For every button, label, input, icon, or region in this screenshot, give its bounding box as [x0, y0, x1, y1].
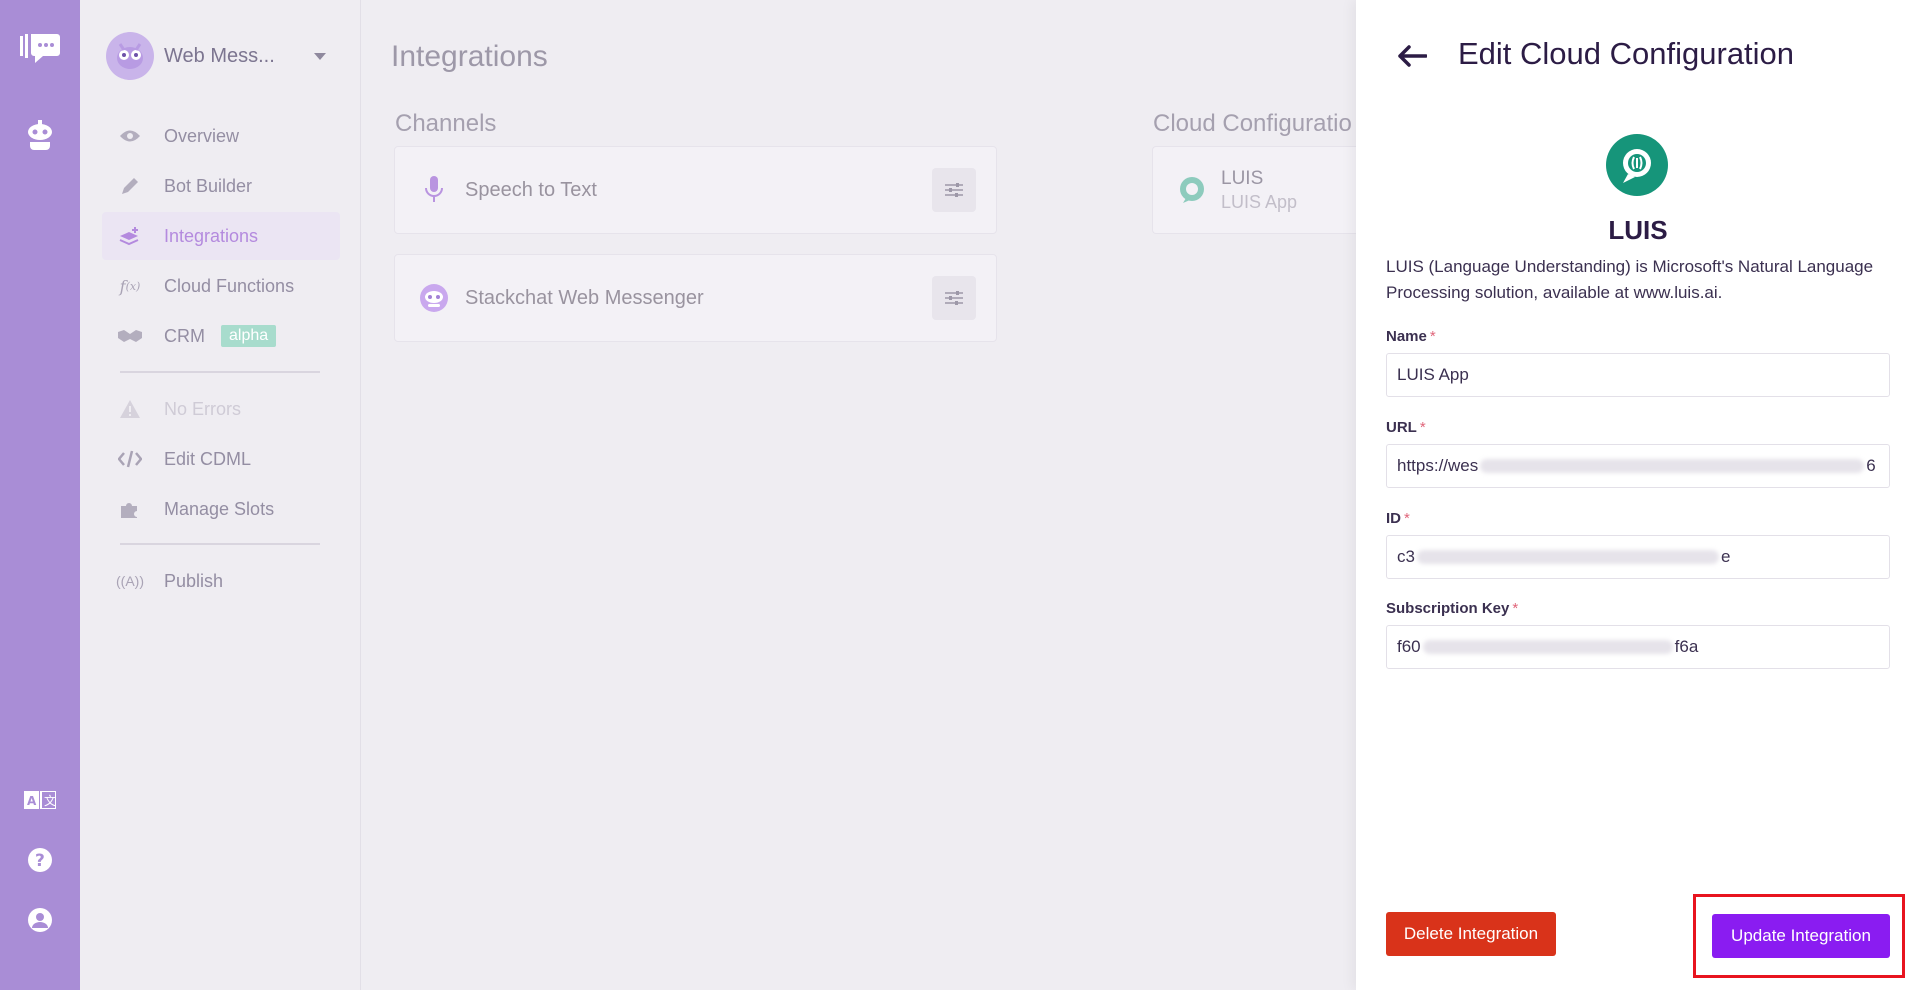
sidebar-item-manage-slots[interactable]: Manage Slots [102, 485, 340, 533]
sidebar-item-publish[interactable]: ((A)) Publish [102, 557, 340, 605]
bot-avatar [106, 32, 154, 80]
sidebar-item-label: Publish [164, 570, 224, 591]
handshake-icon [116, 324, 144, 348]
svg-text:A: A [27, 794, 37, 808]
sidebar-item-label: No Errors [164, 398, 242, 419]
sidebar-item-label: CRM [164, 325, 205, 346]
microphone-icon [419, 175, 449, 205]
sidebar-divider [120, 543, 320, 545]
sidebar-item-crm[interactable]: CRM alpha [102, 312, 340, 360]
sidebar-item-label: Edit CDML [164, 448, 252, 469]
eye-icon [116, 124, 144, 148]
robot-icon [419, 283, 449, 313]
page-title: Integrations [391, 40, 548, 73]
integration-title: LUIS [1608, 215, 1668, 245]
app-rail: A文 ? [0, 0, 80, 990]
function-icon: f (x) [119, 276, 141, 296]
url-field[interactable]: https://wes 6 [1386, 444, 1890, 488]
broadcast-icon: ((A)) [116, 573, 144, 589]
edit-panel: Edit Cloud Configuration LUIS LUIS (Lang… [1356, 0, 1920, 990]
sidebar: Web Mess... Overview Bot Builder Integra… [80, 0, 361, 990]
pencil-icon [116, 174, 144, 198]
name-label: Name * [1386, 328, 1436, 345]
bot-selector[interactable]: Web Mess... [106, 28, 336, 84]
cloud-card-subtitle: LUIS App [1221, 191, 1298, 212]
channels-title: Channels [395, 110, 497, 137]
svg-text:文: 文 [44, 793, 56, 808]
settings-sliders-button[interactable] [932, 168, 976, 212]
code-icon [116, 447, 144, 471]
help-icon[interactable]: ? [20, 840, 60, 880]
subscription-key-field[interactable]: f60 f6a [1386, 625, 1890, 669]
delete-integration-button[interactable]: Delete Integration [1386, 912, 1556, 956]
luis-logo-icon [1606, 134, 1668, 196]
sidebar-item-integrations[interactable]: Integrations [102, 212, 340, 260]
sidebar-item-label: Cloud Functions [164, 275, 295, 296]
id-field[interactable]: c3 e [1386, 535, 1890, 579]
channel-label: Speech to Text [465, 178, 597, 201]
sidebar-item-cloud-functions[interactable]: f (x) Cloud Functions [102, 262, 340, 310]
subscription-key-label: Subscription Key * [1386, 600, 1519, 617]
redacted-text [1416, 550, 1719, 564]
back-arrow-icon[interactable] [1392, 40, 1432, 72]
translate-icon[interactable]: A文 [20, 780, 60, 820]
settings-sliders-button[interactable] [932, 276, 976, 320]
sidebar-item-label: Integrations [164, 225, 259, 246]
layers-plus-icon [116, 224, 144, 248]
integration-description: LUIS (Language Understanding) is Microso… [1386, 257, 1874, 302]
sidebar-divider [120, 371, 320, 373]
sidebar-item-no-errors: No Errors [102, 385, 340, 433]
account-icon[interactable] [20, 900, 60, 940]
bot-icon[interactable] [20, 116, 60, 156]
cloud-configuration-title: Cloud Configuratio [1153, 110, 1352, 137]
channel-label: Stackchat Web Messenger [465, 286, 704, 309]
cloud-card-luis[interactable]: LUIS LUIS App [1152, 146, 1372, 234]
redacted-text [1422, 640, 1673, 654]
alpha-badge: alpha [221, 325, 277, 347]
main-content: Integrations Channels Speech to Text Sta… [361, 0, 1372, 990]
cloud-card-title: LUIS [1221, 167, 1264, 189]
svg-text:?: ? [35, 851, 45, 871]
panel-title: Edit Cloud Configuration [1458, 36, 1795, 71]
warning-icon [116, 397, 144, 421]
sidebar-item-bot-builder[interactable]: Bot Builder [102, 162, 340, 210]
redacted-text [1480, 459, 1865, 473]
sidebar-item-label: Overview [164, 125, 240, 146]
update-integration-button[interactable]: Update Integration [1712, 914, 1890, 958]
puzzle-icon [116, 497, 144, 521]
bot-name: Web Mess... [164, 44, 275, 67]
chevron-down-icon[interactable] [314, 52, 326, 60]
url-label: URL * [1386, 419, 1426, 436]
sidebar-item-label: Bot Builder [164, 175, 253, 196]
channel-card-web-messenger[interactable]: Stackchat Web Messenger [394, 254, 997, 342]
chat-logo-icon[interactable] [20, 28, 60, 68]
channel-card-speech-to-text[interactable]: Speech to Text [394, 146, 997, 234]
sidebar-item-edit-cdml[interactable]: Edit CDML [102, 435, 340, 483]
sidebar-item-overview[interactable]: Overview [102, 112, 340, 160]
luis-icon [1177, 175, 1207, 205]
id-label: ID * [1386, 510, 1410, 527]
sidebar-item-label: Manage Slots [164, 498, 275, 519]
name-field[interactable]: LUIS App [1386, 353, 1890, 397]
